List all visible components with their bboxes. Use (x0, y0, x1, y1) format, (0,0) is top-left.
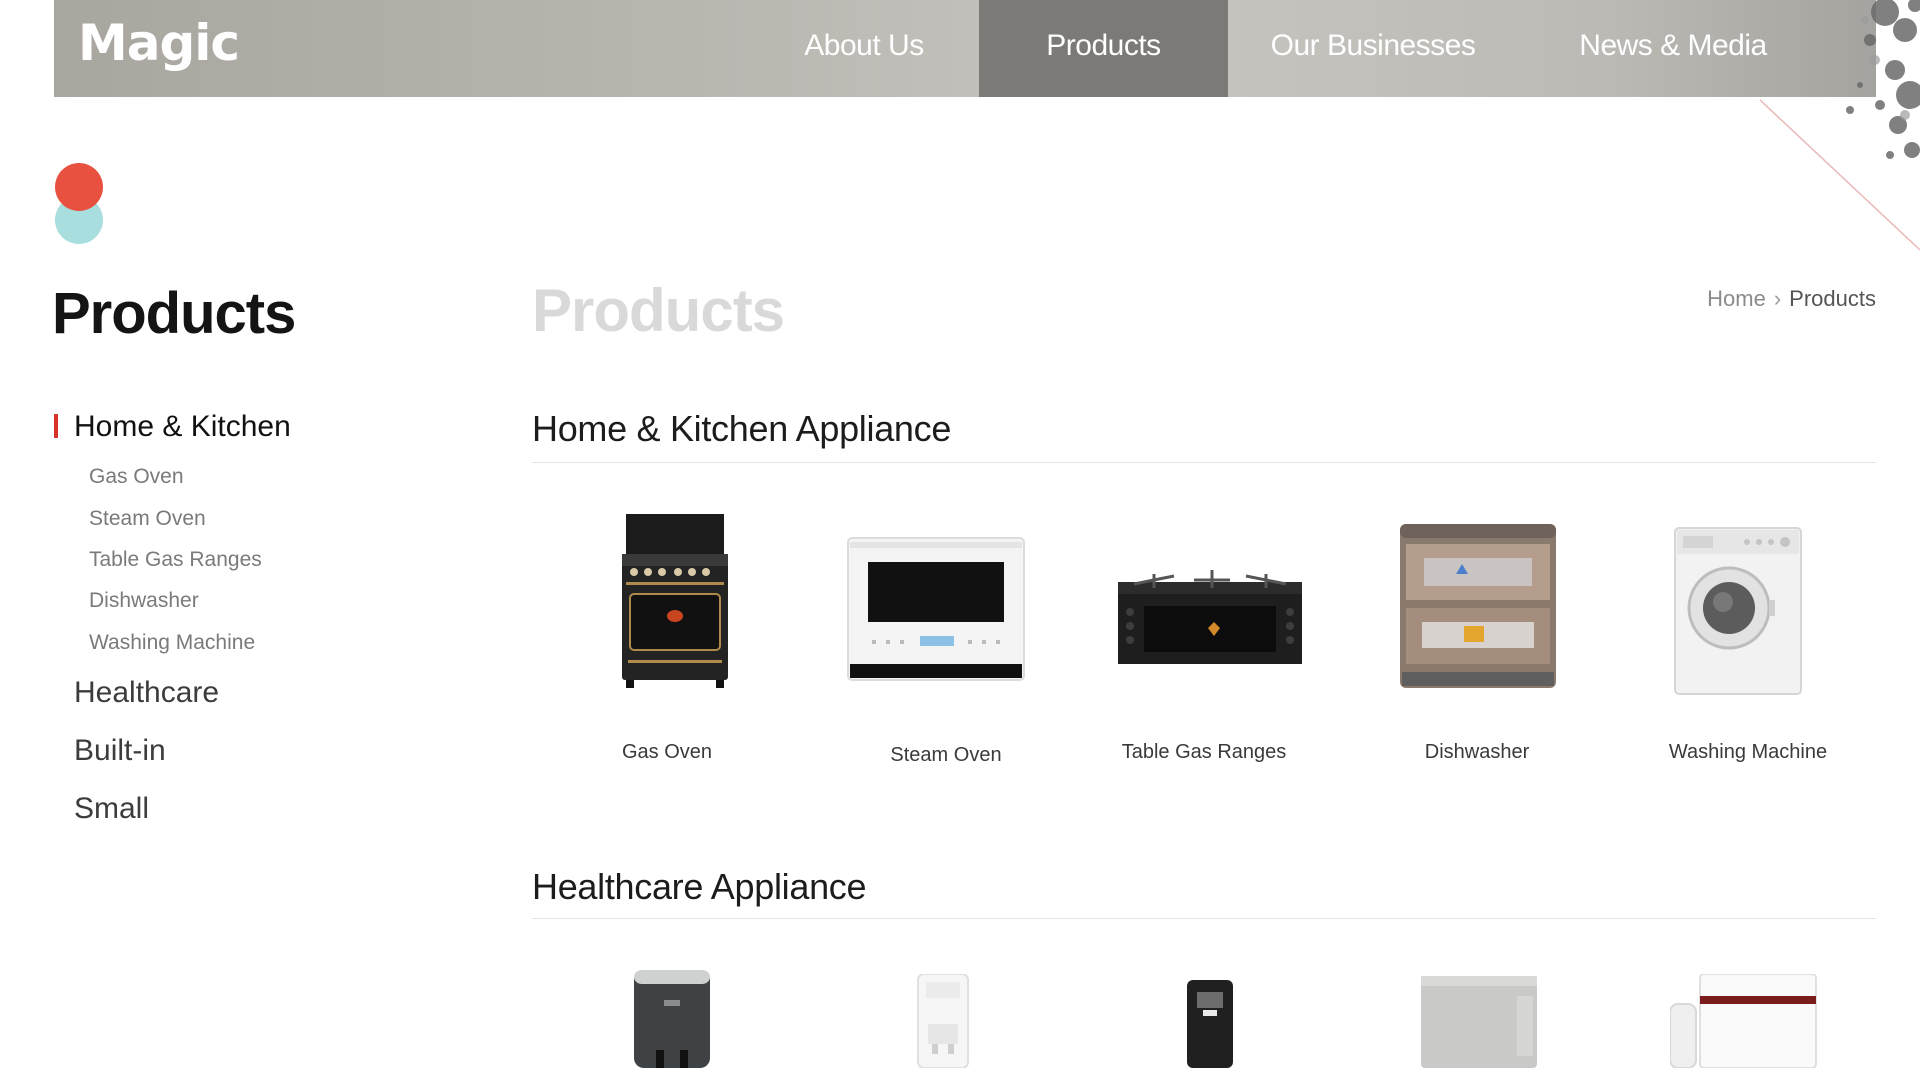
product-image-water-dispenser-black[interactable] (1185, 980, 1235, 1068)
active-category-indicator (54, 414, 58, 438)
section-title-home-kitchen: Home & Kitchen Appliance (532, 408, 952, 449)
sidebar-category-small[interactable]: Small (74, 792, 149, 826)
brand-dots-icon (55, 163, 103, 244)
product-image-water-purifier-white[interactable] (916, 974, 970, 1068)
sidebar-item-table-gas-ranges[interactable]: Table Gas Ranges (89, 548, 262, 572)
product-label-dishwasher[interactable]: Dishwasher (1425, 741, 1529, 764)
product-label-washing-machine[interactable]: Washing Machine (1669, 741, 1827, 764)
breadcrumb: Home › Products (1707, 286, 1876, 312)
section-divider (532, 462, 1876, 463)
product-label-gas-oven[interactable]: Gas Oven (622, 741, 712, 764)
product-image-steam-oven[interactable] (846, 536, 1026, 686)
sidebar-item-dishwasher[interactable]: Dishwasher (89, 589, 199, 613)
decorative-splash-graphic (1759, 0, 1920, 251)
nav-products[interactable]: Products (979, 0, 1228, 97)
nav-our-businesses[interactable]: Our Businesses (1228, 0, 1518, 97)
nav-about-us[interactable]: About Us (744, 0, 984, 97)
page-title: Products (532, 277, 785, 344)
chevron-right-icon: › (1773, 286, 1782, 311)
product-image-bidet[interactable] (1670, 974, 1818, 1068)
product-label-steam-oven[interactable]: Steam Oven (890, 744, 1001, 767)
section-divider (532, 918, 1876, 919)
product-image-washing-machine[interactable] (1673, 526, 1803, 696)
section-title-healthcare: Healthcare Appliance (532, 866, 867, 907)
product-image-air-purifier[interactable] (1419, 976, 1539, 1068)
sidebar-item-steam-oven[interactable]: Steam Oven (89, 507, 206, 531)
breadcrumb-current: Products (1789, 286, 1876, 311)
sidebar-title: Products (52, 281, 296, 346)
product-label-table-gas-ranges[interactable]: Table Gas Ranges (1122, 741, 1287, 764)
sidebar-category-built-in[interactable]: Built-in (74, 734, 166, 768)
sidebar-item-washing-machine[interactable]: Washing Machine (89, 631, 255, 655)
top-navigation-bar: Magic About Us Products Our Businesses N… (54, 0, 1876, 97)
product-image-dishwasher[interactable] (1398, 522, 1558, 690)
product-image-water-purifier-dark[interactable] (632, 970, 712, 1068)
sidebar-category-healthcare[interactable]: Healthcare (74, 676, 219, 710)
product-image-table-gas-ranges[interactable] (1114, 566, 1306, 670)
product-image-gas-oven[interactable] (620, 510, 730, 690)
sidebar-category-home-kitchen[interactable]: Home & Kitchen (74, 410, 291, 444)
sidebar-item-gas-oven[interactable]: Gas Oven (89, 465, 184, 489)
logo[interactable]: Magic (78, 14, 240, 72)
breadcrumb-home[interactable]: Home (1707, 286, 1766, 311)
